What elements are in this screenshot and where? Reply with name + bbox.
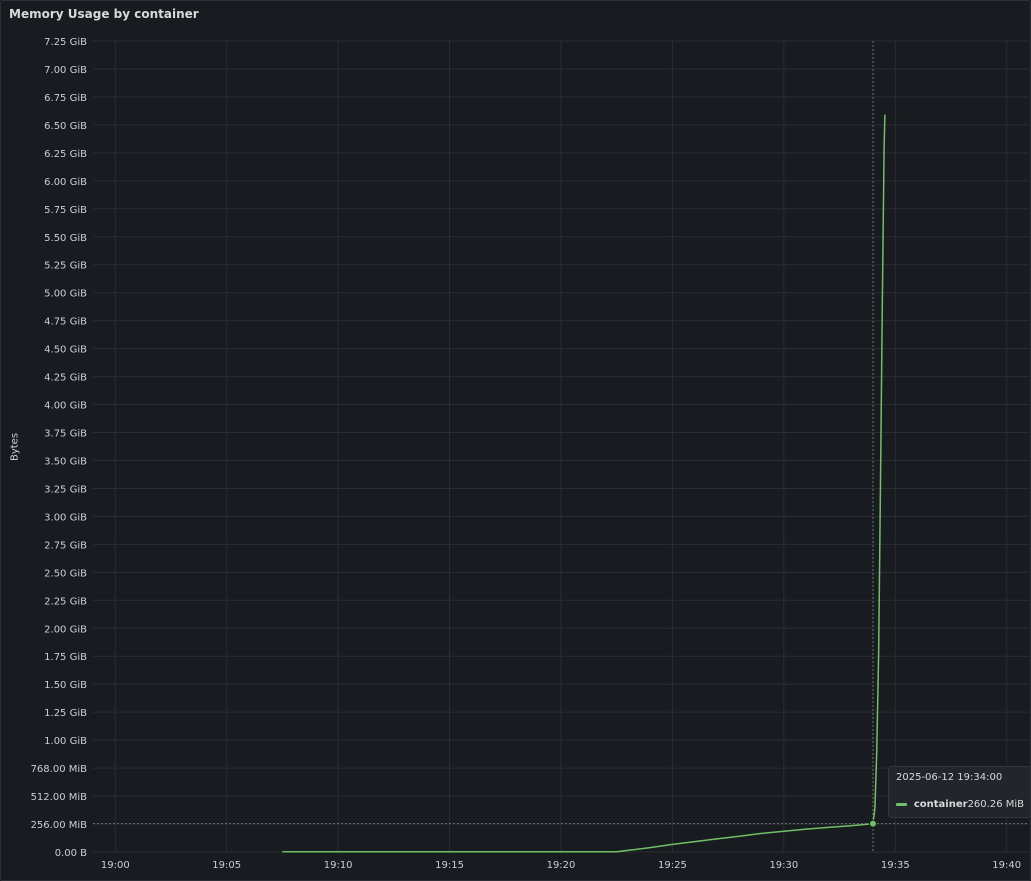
series-line-container [282, 114, 886, 853]
memory-usage-chart[interactable]: 0.00 B 256.00 MiB 512.00 MiB 768.00 MiB 1.00… [1, 1, 1030, 880]
y-tick-label: 5.00 GiB [44, 289, 87, 300]
y-tick-label: 5.50 GiB [44, 233, 87, 244]
y-tick-label: 4.75 GiB [44, 317, 87, 328]
y-tick-label: 256.00 MiB [31, 820, 88, 831]
y-tick-label: 512.00 MiB [31, 792, 88, 803]
tooltip-series-value: 260.26 MiB [967, 798, 1024, 810]
y-tick-label: 3.25 GiB [44, 484, 87, 495]
x-tick-label: 19:15 [435, 860, 464, 871]
y-tick-label: 6.50 GiB [44, 121, 87, 132]
x-tick-label: 19:05 [212, 860, 241, 871]
tooltip-series-row: container 260.26 MiB [896, 798, 1024, 810]
y-tick-label: 2.50 GiB [44, 568, 87, 579]
x-tick-label: 19:10 [324, 860, 353, 871]
y-tick-label: 4.50 GiB [44, 345, 87, 356]
tooltip-series-swatch [896, 802, 907, 806]
tooltip-time: 2025-06-12 19:34:00 [896, 772, 1003, 783]
tooltip-series-name: container [913, 798, 968, 810]
y-tick-label: 6.00 GiB [44, 177, 87, 188]
x-tick-label: 19:40 [992, 860, 1021, 871]
x-tick-label: 19:25 [658, 860, 687, 871]
y-tick-label: 5.75 GiB [44, 205, 87, 216]
x-tick-label: 19:20 [547, 860, 576, 871]
y-tick-label: 1.00 GiB [44, 736, 87, 747]
y-tick-label: 0.00 B [55, 848, 87, 859]
y-tick-label: 6.25 GiB [44, 149, 87, 160]
hover-tooltip: 2025-06-12 19:34:00 container 260.26 MiB [888, 766, 1030, 818]
y-tick-label: 3.75 GiB [44, 429, 87, 440]
hover-point [869, 819, 877, 828]
y-tick-label: 1.75 GiB [44, 652, 87, 663]
y-tick-label: 5.25 GiB [44, 261, 87, 272]
y-tick-label: 7.00 GiB [44, 65, 87, 76]
y-tick-label: 2.00 GiB [44, 624, 87, 635]
x-tick-label: 19:30 [769, 860, 798, 871]
y-tick-label: 2.25 GiB [44, 596, 87, 607]
y-tick-label: 6.75 GiB [44, 93, 87, 104]
y-tick-label: 768.00 MiB [31, 764, 88, 775]
y-tick-label: 3.00 GiB [44, 512, 87, 523]
x-tick-label: 19:35 [881, 860, 910, 871]
y-tick-label: 2.75 GiB [44, 540, 87, 551]
y-tick-label: 4.00 GiB [44, 401, 87, 412]
y-tick-label: 3.50 GiB [44, 456, 87, 467]
y-tick-label: 7.25 GiB [44, 37, 87, 48]
y-tick-label: 4.25 GiB [44, 373, 87, 384]
y-tick-label: 1.50 GiB [44, 680, 87, 691]
y-tick-label: 1.25 GiB [44, 708, 87, 719]
chart-panel: Memory Usage by container Bytes 0.00 B 25… [0, 0, 1031, 881]
x-tick-label: 19:00 [101, 860, 130, 871]
